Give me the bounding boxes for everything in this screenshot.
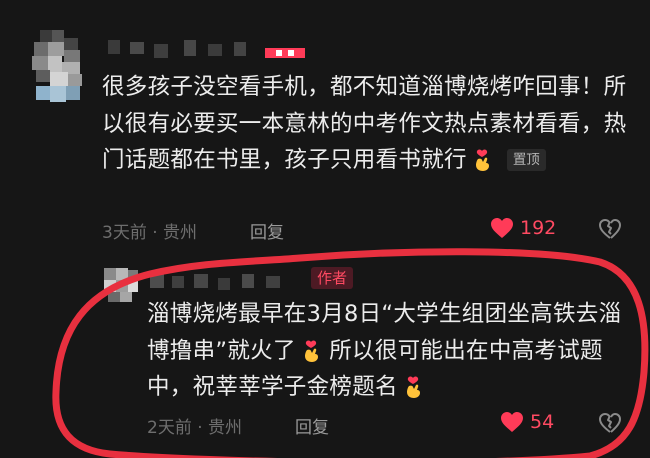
reply-avatar[interactable] [104,268,138,302]
pinned-badge: 置顶 [506,149,546,171]
reply-button-2[interactable]: 回复 [295,413,329,438]
comment-text: 很多孩子没空看手机，都不知道淄博烧烤咋回事！所以很有必要买一本意林的中考作文热点… [102,69,642,179]
reply-button[interactable]: 回复 [250,218,284,243]
reply-meta: 2天前 · 贵州 [147,418,243,438]
like-count: 192 [520,217,557,239]
finger-heart-emoji-icon [475,149,489,171]
reply-username[interactable] [150,272,300,292]
finger-heart-emoji-icon [406,376,420,398]
like-count-2: 54 [530,411,555,433]
like-button[interactable]: 192 [490,217,556,239]
comment-thread: 很多孩子没空看手机，都不知道淄博烧烤咋回事！所以很有必要买一本意林的中考作文热点… [0,0,650,458]
avatar[interactable] [30,30,90,105]
broken-heart-icon[interactable] [598,218,622,240]
comment-meta: 3天前 · 贵州 [102,223,198,243]
finger-heart-emoji-icon [304,340,318,362]
heart-icon [491,218,513,238]
username[interactable] [100,38,310,60]
broken-heart-icon[interactable] [598,412,622,434]
author-badge: 作者 [311,267,354,289]
like-button-2[interactable]: 54 [500,411,554,433]
reply-text: 淄博烧烤最早在3月8日“大学生组团坐高铁去淄博撸串”就火了 所以很可能出在中高考… [147,296,627,406]
heart-icon [501,412,523,432]
comment-body: 很多孩子没空看手机，都不知道淄博烧烤咋回事！所以很有必要买一本意林的中考作文热点… [102,74,627,173]
